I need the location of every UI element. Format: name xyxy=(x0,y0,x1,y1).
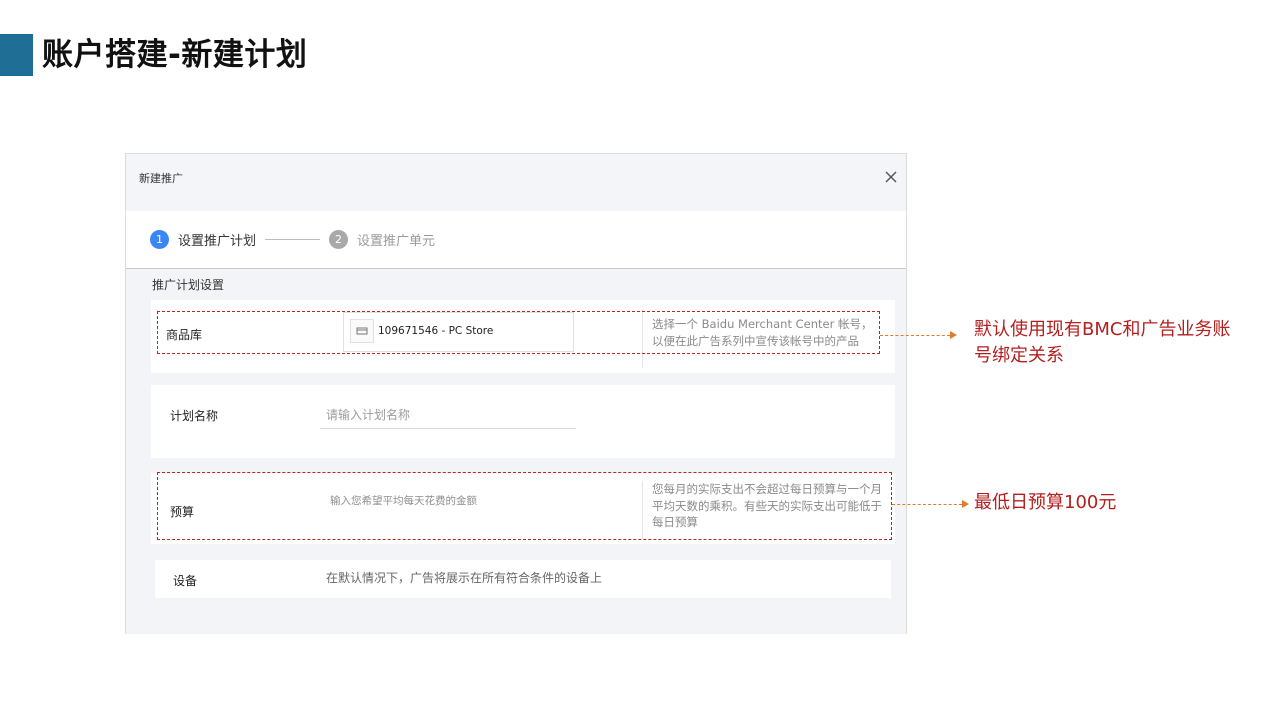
catalog-highlight-box xyxy=(157,311,880,354)
plan-name-card: 计划名称 请输入计划名称 xyxy=(151,385,895,458)
step-connector xyxy=(265,239,320,240)
dialog-header: 新建推广 xyxy=(126,154,906,211)
step-label: 设置推广单元 xyxy=(357,233,436,249)
catalog-arrow-head xyxy=(950,331,957,339)
slide-title: 账户搭建-新建计划 xyxy=(42,37,308,73)
close-button[interactable] xyxy=(882,168,900,186)
catalog-callout: 默认使用现有BMC和广告业务账号绑定关系 xyxy=(974,319,1231,366)
step-label: 设置推广计划 xyxy=(178,233,257,249)
step-set-plan[interactable]: 1 设置推广计划 xyxy=(150,229,256,249)
plan-name-input[interactable]: 请输入计划名称 xyxy=(326,406,410,423)
plan-name-underline xyxy=(320,428,576,429)
dialog-title: 新建推广 xyxy=(139,172,183,185)
budget-highlight-box xyxy=(157,472,892,540)
budget-arrow-head xyxy=(962,500,969,508)
device-label: 设备 xyxy=(173,574,198,588)
plan-name-label: 计划名称 xyxy=(170,409,219,423)
close-icon xyxy=(885,171,897,183)
device-description: 在默认情况下，广告将展示在所有符合条件的设备上 xyxy=(326,571,603,585)
device-card: 设备 在默认情况下，广告将展示在所有符合条件的设备上 xyxy=(155,560,891,598)
budget-arrow-line xyxy=(892,504,962,505)
step-set-unit[interactable]: 2 设置推广单元 xyxy=(329,229,435,249)
steps-bar: 1 设置推广计划 2 设置推广单元 xyxy=(126,211,906,269)
title-accent-bar xyxy=(0,34,33,76)
step-number: 2 xyxy=(329,229,348,249)
catalog-arrow-line xyxy=(880,335,950,336)
section-title: 推广计划设置 xyxy=(152,278,225,292)
budget-callout: 最低日预算100元 xyxy=(974,492,1117,513)
step-number: 1 xyxy=(150,229,169,249)
new-promotion-dialog: 新建推广 1 设置推广计划 2 设置推广单元 推广计划设置 商品库 109671… xyxy=(125,153,907,634)
